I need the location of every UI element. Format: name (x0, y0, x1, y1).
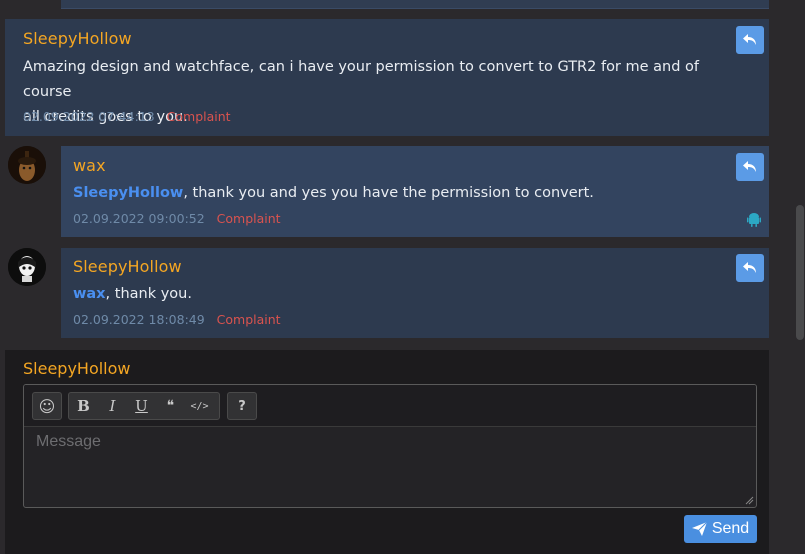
scrollbar-thumb[interactable] (796, 205, 804, 340)
toolbar-group-format: B I U ❝ </> (68, 392, 220, 420)
resize-handle-icon[interactable] (744, 495, 754, 505)
reply-icon (743, 34, 756, 45)
comment-text-body: , thank you and yes you have the permiss… (183, 185, 594, 201)
reply-icon (743, 161, 756, 172)
avatar[interactable] (8, 248, 46, 286)
comment-timestamp: 02.09.2022 18:08:49 (73, 312, 205, 327)
reply-button[interactable] (736, 254, 764, 282)
bold-button[interactable]: B (69, 393, 98, 419)
comment-meta: 02.09.2022 07:44:13 Complaint (23, 109, 231, 124)
toolbar-group-help: ? (227, 392, 257, 420)
reply-icon (743, 262, 756, 273)
complaint-link[interactable]: Complaint (217, 312, 281, 327)
comment-meta: 02.09.2022 09:00:52 Complaint (73, 211, 281, 226)
comment-text: SleepyHollow, thank you and yes you have… (73, 181, 594, 206)
user-mention[interactable]: SleepyHollow (73, 185, 183, 201)
italic-button[interactable]: I (98, 393, 127, 419)
comment-timestamp: 02.09.2022 07:44:13 (23, 109, 155, 124)
message-input[interactable]: Message (24, 427, 756, 507)
user-mention[interactable]: wax (73, 286, 106, 302)
emoji-button[interactable]: ☺ (33, 393, 61, 419)
reply-form-author: SleepyHollow (23, 359, 131, 378)
comment-author[interactable]: SleepyHollow (73, 257, 182, 276)
comment-author[interactable]: SleepyHollow (23, 29, 132, 48)
underline-button[interactable]: U (127, 393, 156, 419)
message-editor: ☺ B I U ❝ </> ? Message (23, 384, 757, 508)
comment-text-body: , thank you. (105, 286, 192, 302)
comment-author[interactable]: wax (73, 156, 106, 175)
send-label: Send (711, 520, 750, 537)
quote-button[interactable]: ❝ (156, 393, 185, 419)
comment-text-line: Amazing design and watchface, can i have… (23, 59, 700, 100)
complaint-link[interactable]: Complaint (217, 211, 281, 226)
toolbar-group-emoji: ☺ (32, 392, 62, 420)
help-button[interactable]: ? (228, 393, 256, 419)
reply-button[interactable] (736, 26, 764, 54)
avatar[interactable] (8, 146, 46, 184)
comment-text: wax, thank you. (73, 282, 192, 307)
comment-timestamp: 02.09.2022 09:00:52 (73, 211, 205, 226)
editor-toolbar: ☺ B I U ❝ </> ? (24, 385, 756, 427)
send-icon (691, 522, 707, 536)
comment-meta: 02.09.2022 18:08:49 Complaint (73, 312, 281, 327)
send-button[interactable]: Send (684, 515, 757, 543)
previous-comment-card (61, 0, 769, 9)
android-icon (747, 213, 761, 227)
reply-button[interactable] (736, 153, 764, 181)
complaint-link[interactable]: Complaint (167, 109, 231, 124)
code-button[interactable]: </> (185, 393, 214, 419)
